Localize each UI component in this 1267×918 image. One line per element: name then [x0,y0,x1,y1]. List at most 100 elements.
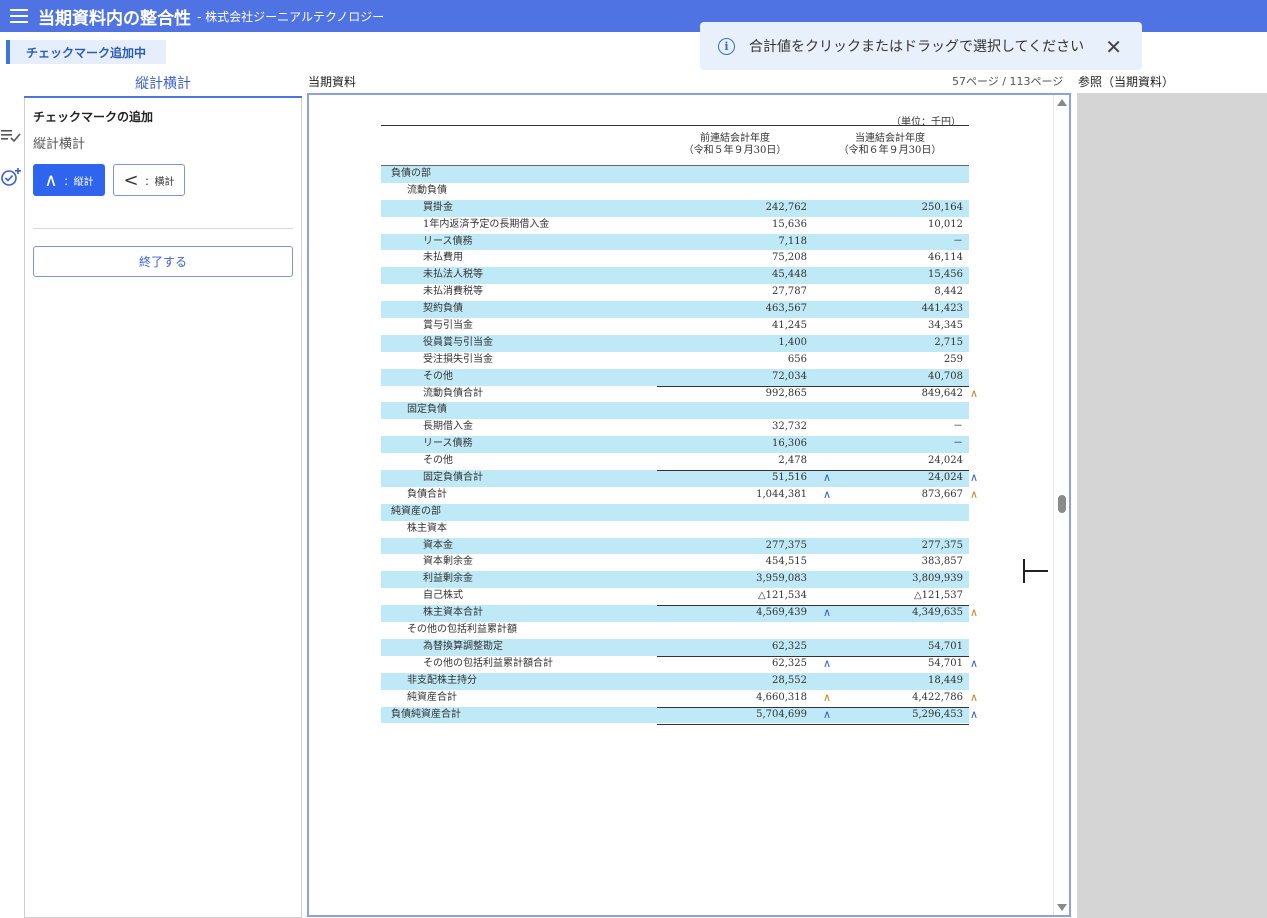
current-year-value[interactable]: 54,701 [928,656,963,673]
table-row: 役員賞与引当金 1,400 2,715 [381,334,969,352]
prior-year-value[interactable]: 1,044,381 [756,487,807,504]
prior-year-value[interactable]: 51,516 [772,470,807,487]
table-row: 未払費用 75,208 46,114 [381,250,969,267]
prior-year-value[interactable]: 62,325 [772,656,807,673]
vertical-sum-check-icon[interactable]: ∧ [823,690,831,707]
current-year-value[interactable]: 277,375 [922,538,963,555]
table-row: 未払消費税等 27,787 8,442 [381,284,969,301]
current-year-value[interactable]: － [953,419,963,436]
crosshair-cursor-icon [1023,559,1025,583]
vertical-sum-check-icon[interactable]: ∧ [970,386,978,403]
current-year-value[interactable]: 46,114 [928,250,963,267]
prior-year-value[interactable]: 62,325 [772,639,807,656]
vertical-sum-check-icon[interactable]: ∧ [970,690,978,707]
mode-chip: チェックマーク追加中 [6,40,166,64]
end-button[interactable]: 終了する [33,246,293,277]
current-year-value[interactable]: 10,012 [928,217,963,234]
table-row: 資本金 277,375 277,375 [381,537,969,555]
current-year-value[interactable]: 441,423 [922,301,963,318]
vertical-sum-check-icon[interactable]: ∧ [970,487,978,504]
vertical-sum-check-icon[interactable]: ∧ [823,707,831,724]
current-year-value[interactable]: 18,449 [928,673,963,690]
row-label: 流動負債 [407,184,447,196]
current-year-value[interactable]: 259 [944,352,963,369]
table-row: 未払法人税等 45,448 15,456 [381,267,969,285]
current-year-value[interactable]: 849,642 [922,386,963,403]
tab-vertical-horizontal-sum[interactable]: 縦計横計 [24,72,302,98]
row-label: リース債務 [423,235,473,247]
table-row: 長期借入金 32,732 － [381,419,969,436]
prior-year-value[interactable]: 27,787 [772,284,807,301]
vertical-sum-check-icon[interactable]: ∧ [970,470,978,487]
current-year-value[interactable]: 24,024 [928,453,963,470]
scroll-thumb[interactable] [1058,495,1066,513]
current-year-value[interactable]: 15,456 [928,267,963,284]
prior-year-value[interactable]: 242,762 [766,200,807,217]
prior-year-value[interactable]: 4,660,318 [756,690,807,707]
close-icon[interactable]: ✕ [1105,35,1122,59]
current-year-value[interactable]: 34,345 [928,318,963,335]
prior-year-value[interactable]: 4,569,439 [756,605,807,622]
current-year-value[interactable]: 40,708 [928,369,963,386]
row-label: 買掛金 [423,201,453,213]
current-year-value[interactable]: 24,024 [928,470,963,487]
table-row: その他の包括利益累計額 [381,622,969,639]
vertical-scrollbar[interactable] [1053,95,1069,915]
table-row: 非支配株主持分 28,552 18,449 [381,672,969,690]
vertical-sum-check-icon[interactable]: ∧ [823,656,831,673]
prior-year-value[interactable]: 72,034 [772,369,807,386]
prior-year-value[interactable]: △121,534 [758,588,807,605]
vertical-sum-check-icon[interactable]: ∧ [970,605,978,622]
prior-year-value[interactable]: 41,245 [772,318,807,335]
row-label: 純資産の部 [391,505,441,517]
prior-year-value[interactable]: 45,448 [772,267,807,284]
current-year-value[interactable]: 3,809,939 [912,571,963,588]
horizontal-sum-button[interactable]: < ：横計 [113,164,185,196]
current-year-value[interactable]: △121,537 [914,588,963,605]
prior-year-value[interactable]: 5,704,699 [756,707,807,724]
current-year-value[interactable]: 2,715 [934,335,963,352]
prior-year-value[interactable]: 3,959,083 [756,571,807,588]
prior-year-value[interactable]: 75,208 [772,250,807,267]
current-year-value[interactable]: － [953,234,963,251]
vertical-sum-check-icon[interactable]: ∧ [823,470,831,487]
vertical-sum-button[interactable]: ∧ ：縦計 [33,164,105,196]
info-icon: i [718,37,735,55]
list-check-icon[interactable] [0,128,22,168]
prior-year-value[interactable]: 2,478 [778,453,807,470]
current-year-value[interactable]: 250,164 [922,200,963,217]
prior-year-value[interactable]: 656 [788,352,807,369]
scroll-up-icon[interactable] [1057,99,1067,106]
prior-year-value[interactable]: 1,400 [778,335,807,352]
add-check-circle-icon[interactable] [0,168,22,208]
prior-year-value[interactable]: 15,636 [772,217,807,234]
current-year-value[interactable]: 54,701 [928,639,963,656]
prior-year-value[interactable]: 463,567 [766,301,807,318]
prior-year-value[interactable]: 992,865 [766,386,807,403]
hamburger-menu-icon[interactable] [10,8,30,24]
prior-year-value[interactable]: 32,732 [772,419,807,436]
table-row: 負債純資産合計 5,704,699 5,296,453 ∧ ∧ [381,706,978,724]
prior-year-value[interactable]: 277,375 [766,538,807,555]
current-year-value[interactable]: 873,667 [922,487,963,504]
current-year-value[interactable]: 8,442 [934,284,963,301]
current-year-value[interactable]: 4,422,786 [912,690,963,707]
prior-year-value[interactable]: 7,118 [778,234,807,251]
prior-year-value[interactable]: 16,306 [772,436,807,453]
document-viewer[interactable]: （単位：千円） 前連結会計年度 （令和５年９月30日） 当連結会計年度 （令和６… [307,93,1071,917]
row-label: その他 [423,455,453,467]
vertical-sum-check-icon[interactable]: ∧ [970,656,978,673]
top-rule [381,125,969,126]
scroll-down-icon[interactable] [1057,904,1067,911]
table-row: 流動負債合計 992,865 849,642 ∧ [381,385,978,403]
current-year-value[interactable]: 4,349,635 [912,605,963,622]
current-year-value[interactable]: － [953,436,963,453]
current-year-value[interactable]: 383,857 [922,554,963,571]
prior-year-value[interactable]: 454,515 [766,554,807,571]
vertical-sum-check-icon[interactable]: ∧ [823,605,831,622]
current-year-value[interactable]: 5,296,453 [912,707,963,724]
table-row: 純資産合計 4,660,318 4,422,786 ∧ ∧ [381,690,978,707]
vertical-sum-check-icon[interactable]: ∧ [823,487,831,504]
vertical-sum-check-icon[interactable]: ∧ [970,707,978,724]
prior-year-value[interactable]: 28,552 [772,673,807,690]
